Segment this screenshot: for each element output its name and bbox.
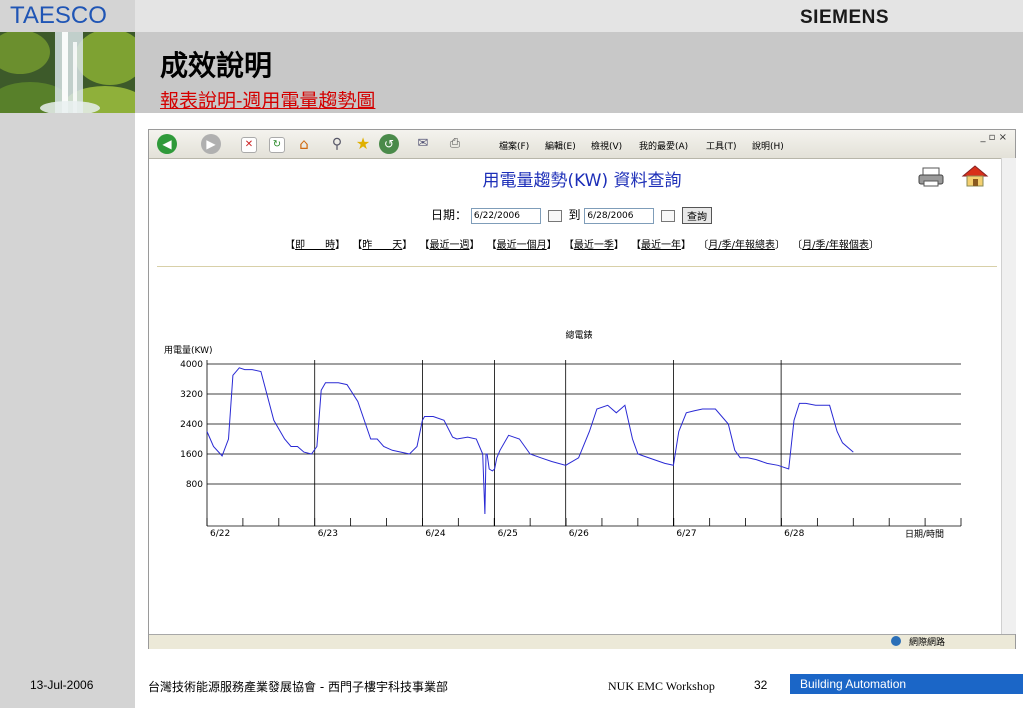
menu-edit[interactable]: 編輯(E) <box>545 139 576 152</box>
start-date-input[interactable]: 6/22/2006 <box>470 207 541 224</box>
y-tick-label: 1600 <box>180 450 203 460</box>
footer-workshop: NUK EMC Workshop <box>608 679 715 693</box>
stop-icon[interactable]: ✕ <box>241 137 257 153</box>
end-date-input[interactable]: 6/28/2006 <box>584 207 655 224</box>
divider <box>157 266 997 267</box>
link-yesterday[interactable]: 昨 天 <box>362 240 402 251</box>
calendar-icon[interactable] <box>547 209 562 222</box>
x-tick-label: 6/28 <box>784 529 804 539</box>
link-last-year[interactable]: 最近一年 <box>641 240 681 251</box>
to-label: 到 <box>568 208 581 222</box>
search-icon[interactable]: ⚲ <box>327 134 347 154</box>
slide-title: 成效說明 <box>160 49 273 82</box>
favorites-icon[interactable]: ★ <box>353 134 373 154</box>
y-tick-label: 4000 <box>180 360 203 370</box>
refresh-icon[interactable]: ↻ <box>269 137 285 153</box>
siemens-logo: SIEMENS <box>800 7 890 28</box>
link-last-month[interactable]: 最近一個月 <box>497 240 547 251</box>
x-tick-label: 6/23 <box>318 529 338 539</box>
x-tick-label: 6/24 <box>425 529 445 539</box>
link-realtime[interactable]: 即 時 <box>295 240 335 251</box>
vertical-scrollbar[interactable] <box>1001 158 1016 634</box>
printer-icon[interactable] <box>917 166 945 188</box>
page-number: 32 <box>754 678 768 692</box>
quick-links: 【即 時】 【昨 天】 【最近一週】 【最近一個月】 【最近一季】 【最近一年】… <box>285 240 879 251</box>
power-trend-chart: 總電錶 用電量(KW) 日期/時間 800 1600 2400 3200 4000 6/2… <box>164 329 962 540</box>
x-axis-label: 日期/時間 <box>905 529 944 540</box>
query-button[interactable]: 查詢 <box>682 207 712 224</box>
menu-favorites[interactable]: 我的最愛(A) <box>639 139 688 152</box>
back-icon[interactable]: ◀ <box>157 134 177 154</box>
chart-title: 總電錶 <box>565 329 592 341</box>
browser-toolbar: ◀ ▶ ✕ ↻ ⌂ ⚲ ★ ↺ ✉ ⎙ 檔案(F) 編輯(E) 檢視(V) 我的… <box>149 130 1015 159</box>
menu-view[interactable]: 檢視(V) <box>591 139 622 152</box>
series-line <box>206 367 854 515</box>
mail-icon[interactable]: ✉ <box>413 134 433 154</box>
link-detail-report[interactable]: 月/季/年報個表 <box>802 240 869 251</box>
x-tick-label: 6/22 <box>210 529 230 539</box>
slide-subtitle: 報表說明-週用電量趨勢圖 <box>160 90 376 112</box>
link-last-quarter[interactable]: 最近一季 <box>574 240 614 251</box>
link-last-week[interactable]: 最近一週 <box>429 240 469 251</box>
globe-icon <box>891 636 901 646</box>
status-bar <box>149 634 1015 649</box>
calendar-icon[interactable] <box>661 209 676 222</box>
history-icon[interactable]: ↺ <box>379 134 399 154</box>
y-tick-label: 3200 <box>180 390 203 400</box>
waterfall-image <box>0 32 135 113</box>
y-axis-label: 用電量(KW) <box>164 345 213 356</box>
window-controls[interactable]: _ ▫ × <box>980 132 1007 143</box>
forward-icon[interactable]: ▶ <box>201 134 221 154</box>
footer-date: 13-Jul-2006 <box>30 678 94 692</box>
status-zone: 網際網路 <box>909 638 946 648</box>
menu-file[interactable]: 檔案(F) <box>499 139 529 152</box>
home-icon[interactable]: ⌂ <box>294 134 314 154</box>
menu-tools[interactable]: 工具(T) <box>706 139 737 152</box>
menu-help[interactable]: 說明(H) <box>752 139 784 152</box>
x-tick-label: 6/26 <box>569 529 589 539</box>
y-tick-label: 800 <box>186 480 203 490</box>
date-filter-row: 日期： 6/22/2006 到 6/28/2006 查詢 <box>431 206 712 224</box>
link-summary-report[interactable]: 月/季/年報總表 <box>708 240 775 251</box>
query-title: 用電量趨勢(KW) 資料查詢 <box>482 171 682 191</box>
x-tick-label: 6/27 <box>676 529 696 539</box>
home-page-icon[interactable] <box>961 164 989 188</box>
x-tick-label: 6/25 <box>498 529 518 539</box>
date-label: 日期： <box>431 208 468 222</box>
footer-organization: 台灣技術能源服務產業發展協會 - 西門子樓宇科技事業部 <box>148 680 448 694</box>
taesco-logo: TAESCO <box>10 2 107 29</box>
print-icon[interactable]: ⎙ <box>445 134 465 154</box>
y-tick-label: 2400 <box>180 420 203 430</box>
footer-building-automation: Building Automation <box>800 677 907 691</box>
browser-window: ◀ ▶ ✕ ↻ ⌂ ⚲ ★ ↺ ✉ ⎙ 檔案(F) 編輯(E) 檢視(V) 我的… <box>148 129 1016 649</box>
